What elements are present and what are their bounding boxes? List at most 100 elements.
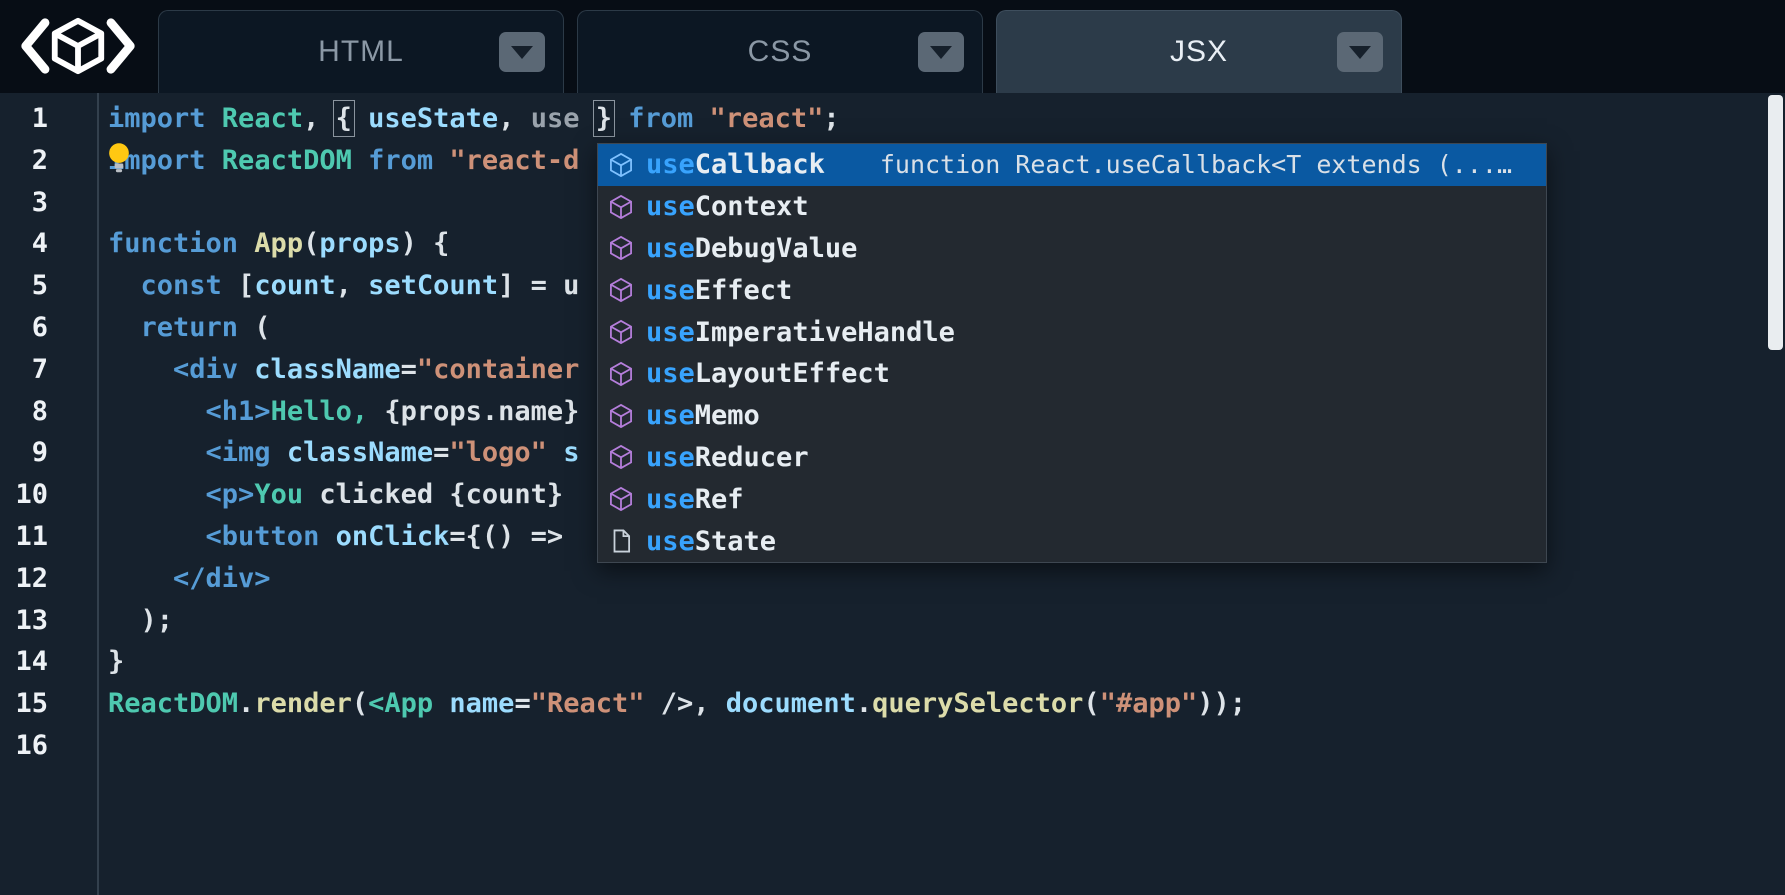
code-token: ReactDOM [108, 688, 238, 719]
code-line[interactable]: 16 [0, 725, 1763, 767]
code-text: ReactDOM.render(<App name="React" />, do… [108, 683, 1246, 725]
code-text: return ( [108, 307, 271, 349]
code-token: </div> [108, 563, 271, 594]
cube-icon [608, 277, 634, 303]
code-token: App [238, 228, 303, 259]
autocomplete-item[interactable]: useMemo [598, 395, 1546, 437]
autocomplete-item[interactable]: useLayoutEffect [598, 353, 1546, 395]
line-number: 5 [0, 265, 48, 307]
code-text: <img className="logo" s [108, 432, 579, 474]
cube-icon [608, 194, 634, 220]
code-token: <button [108, 521, 319, 552]
rest-text: DebugValue [695, 233, 858, 264]
code-token [352, 103, 368, 134]
code-token: "container [417, 354, 580, 385]
match-text: use [646, 358, 695, 389]
line-number: 16 [0, 725, 48, 767]
editor-scrollbar[interactable] [1765, 93, 1785, 895]
code-token: ( [303, 228, 319, 259]
line-number: 7 [0, 349, 48, 391]
header: HTML CSSJSX [0, 0, 1785, 93]
tab-css[interactable]: CSS [577, 10, 983, 93]
tab-menu-button[interactable] [918, 32, 964, 72]
line-number: 9 [0, 432, 48, 474]
code-playground-app: HTML CSSJSX 1import React, { useState, us… [0, 0, 1785, 895]
scrollbar-thumb[interactable] [1768, 95, 1783, 350]
match-text: use [646, 317, 695, 348]
line-number: 14 [0, 641, 48, 683]
code-line[interactable]: 14} [0, 641, 1763, 683]
line-number: 8 [0, 391, 48, 433]
code-text: function App(props) { [108, 223, 449, 265]
line-number: 2 [0, 140, 48, 182]
rest-text: Ref [695, 484, 744, 515]
code-token: ={() => [449, 521, 579, 552]
code-token: useState [368, 103, 498, 134]
autocomplete-item[interactable]: useCallbackfunction React.useCallback<T … [598, 144, 1546, 186]
code-token: name [433, 688, 514, 719]
autocomplete-item[interactable]: useDebugValue [598, 228, 1546, 270]
code-token: from [612, 103, 693, 134]
line-number: 11 [0, 516, 48, 558]
tab-menu-button[interactable] [1337, 32, 1383, 72]
code-token: "react-d [433, 145, 579, 176]
code-token: React [206, 103, 304, 134]
code-token: { [336, 103, 352, 134]
code-line[interactable]: 1import React, { useState, use } from "r… [0, 98, 1763, 140]
code-token: ) { [401, 228, 450, 259]
code-token: document [726, 688, 856, 719]
code-line[interactable]: 12 </div> [0, 558, 1763, 600]
code-text: ); [108, 600, 173, 642]
line-number: 10 [0, 474, 48, 516]
code-token: className [238, 354, 401, 385]
rest-text: Reducer [695, 442, 809, 473]
code-token: clicked {count} [303, 479, 579, 510]
code-text: import ReactDOM from "react-d [108, 140, 579, 182]
code-token: )); [1197, 688, 1246, 719]
code-token: <div [108, 354, 238, 385]
cube-icon [608, 361, 634, 387]
autocomplete-item[interactable]: useImperativeHandle [598, 311, 1546, 353]
autocomplete-item[interactable]: useReducer [598, 437, 1546, 479]
code-token: props [319, 228, 400, 259]
tab-label: HTML [318, 35, 404, 69]
line-number: 4 [0, 223, 48, 265]
line-number: 12 [0, 558, 48, 600]
tab-menu-button[interactable] [499, 32, 545, 72]
code-text: </div> [108, 558, 271, 600]
code-token: onClick [319, 521, 449, 552]
quickfix-lightbulb-icon[interactable] [106, 142, 132, 174]
code-token: use [531, 103, 580, 134]
autocomplete-item[interactable]: useState [598, 520, 1546, 562]
code-text: <p>You clicked {count} [108, 474, 579, 516]
autocomplete-item[interactable]: useRef [598, 478, 1546, 520]
code-token: . [238, 688, 254, 719]
code-token: = [433, 437, 449, 468]
cube-icon [608, 444, 634, 470]
line-number: 3 [0, 182, 48, 224]
code-text: } [108, 641, 124, 683]
code-token: You [254, 479, 303, 510]
code-editor[interactable]: 1import React, { useState, use } from "r… [0, 93, 1785, 895]
code-token: Hello, [271, 396, 369, 427]
code-line[interactable]: 15ReactDOM.render(<App name="React" />, … [0, 683, 1763, 725]
rest-text: Callback [695, 149, 825, 180]
code-token: from [352, 145, 433, 176]
code-token: ( [238, 312, 271, 343]
autocomplete-item[interactable]: useEffect [598, 269, 1546, 311]
code-token: } [596, 103, 612, 134]
code-token: , [303, 103, 336, 134]
code-token: function [108, 228, 238, 259]
cube-icon [608, 152, 634, 178]
tab-jsx[interactable]: JSX [996, 10, 1402, 93]
suggestion-label: useEffect [646, 275, 792, 306]
tab-html[interactable]: HTML [158, 10, 564, 93]
code-token: . [856, 688, 872, 719]
code-line[interactable]: 13 ); [0, 600, 1763, 642]
code-token: , [498, 103, 531, 134]
code-text: import React, { useState, use } from "re… [108, 98, 840, 140]
rest-text: LayoutEffect [695, 358, 890, 389]
code-token [579, 103, 595, 134]
code-token: , [336, 270, 369, 301]
autocomplete-item[interactable]: useContext [598, 186, 1546, 228]
